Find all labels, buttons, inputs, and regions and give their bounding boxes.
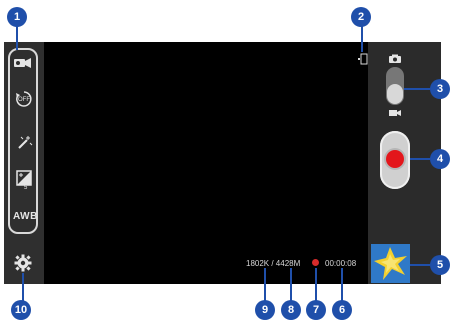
- callout-3: 3: [430, 79, 450, 99]
- callout-8: 8: [281, 300, 301, 320]
- callout-7: 7: [306, 300, 326, 320]
- recording-indicator: [312, 259, 319, 266]
- storage-indicator-icon: [357, 53, 369, 65]
- exposure-icon[interactable]: 5: [16, 170, 32, 191]
- camera-icon: [388, 54, 402, 64]
- callout-line-5: [410, 264, 430, 266]
- gallery-thumbnail[interactable]: [371, 244, 410, 283]
- callout-line-7: [315, 268, 317, 302]
- gear-icon[interactable]: [14, 254, 32, 272]
- callout-4: 4: [430, 149, 450, 169]
- callout-5: 5: [430, 255, 450, 275]
- callout-line-2: [361, 24, 363, 52]
- callout-line-10: [22, 273, 24, 301]
- timer-off-label: OFF: [18, 97, 30, 103]
- exposure-value: 5: [24, 185, 28, 191]
- record-icon[interactable]: [386, 150, 404, 168]
- callout-6: 6: [332, 300, 352, 320]
- callout-2: 2: [351, 7, 371, 27]
- callout-line-4: [410, 158, 430, 160]
- recording-timer: 00:00:08: [325, 259, 357, 268]
- callout-line-1: [16, 24, 18, 50]
- callout-line-8: [290, 268, 292, 302]
- callout-line-6: [341, 268, 343, 302]
- callout-10: 10: [11, 300, 31, 320]
- white-balance-label[interactable]: AWB: [13, 211, 38, 222]
- callout-line-9: [264, 268, 266, 302]
- timer-off-icon[interactable]: OFF: [14, 89, 34, 109]
- callout-9: 9: [255, 300, 275, 320]
- camera-mode-switch-knob[interactable]: [387, 84, 403, 104]
- camcorder-mode-icon[interactable]: [13, 55, 33, 71]
- recording-storage: 1802K / 4428M: [246, 259, 301, 268]
- magic-wand-icon[interactable]: [15, 134, 33, 152]
- callout-1: 1: [7, 7, 27, 27]
- callout-line-3: [404, 88, 430, 90]
- video-icon: [388, 108, 402, 118]
